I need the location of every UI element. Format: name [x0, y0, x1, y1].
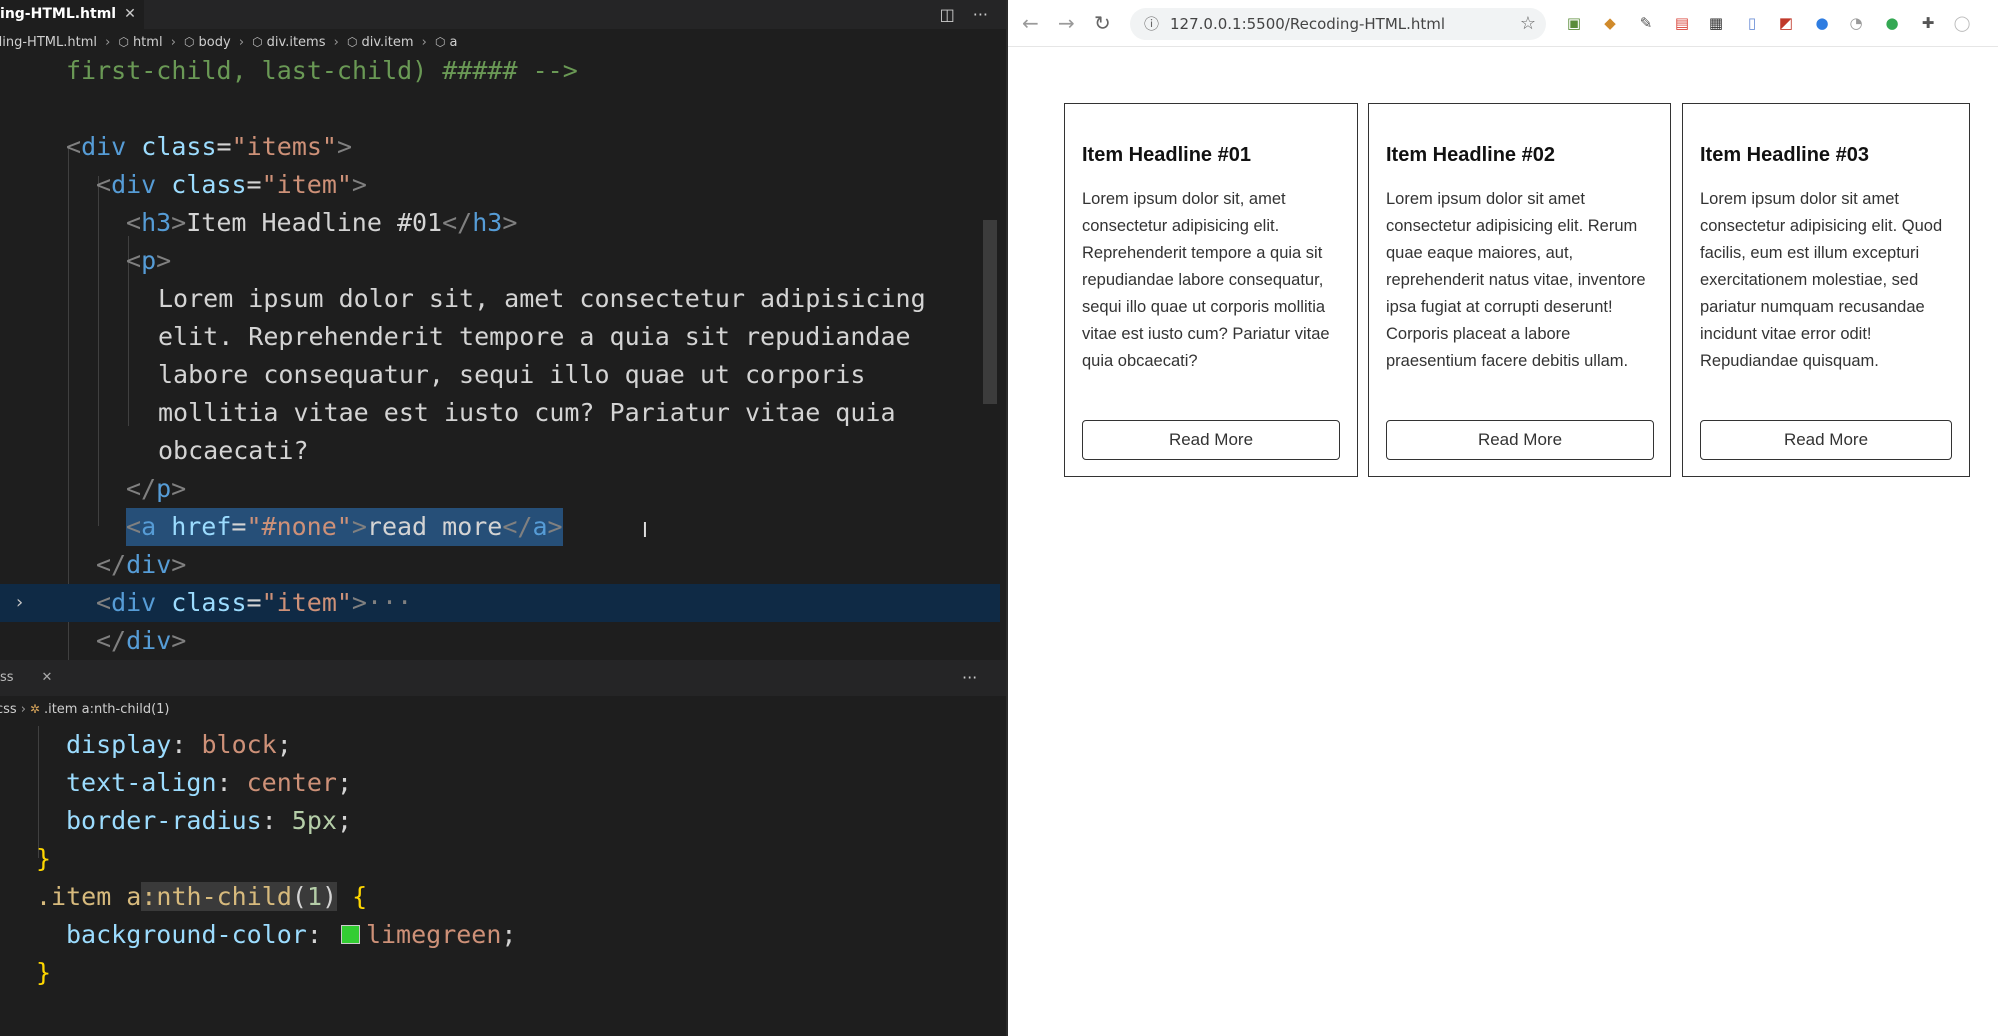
- back-arrow-icon[interactable]: ←: [1022, 0, 1039, 46]
- breadcrumb-div-items[interactable]: div.items: [267, 35, 326, 50]
- code-line: mollitia vitae est iusto cum? Pariatur v…: [158, 398, 896, 427]
- address-bar[interactable]: ⓘ 127.0.0.1:5500/Recoding-HTML.html ☆: [1130, 8, 1546, 40]
- item-headline: Item Headline #03: [1700, 144, 1869, 166]
- item-headline: Item Headline #02: [1386, 144, 1555, 166]
- extension-icon[interactable]: ●: [1812, 13, 1832, 33]
- code-line: 7}: [0, 958, 52, 987]
- code-line: 5.item a:nth-child(1) {: [0, 882, 368, 911]
- code-line: 9</p>: [0, 474, 187, 503]
- chevron-right-icon: ›: [421, 35, 427, 50]
- editor-tab-bar: ding-HTML.html ✕ ◫ ···: [0, 0, 1006, 29]
- breadcrumb-body[interactable]: body: [199, 35, 231, 50]
- code-line: 2text-align: center;: [0, 768, 352, 797]
- code-line-folded: 2›<div class="item">···: [0, 584, 1000, 622]
- read-more-button[interactable]: Read More: [1082, 420, 1340, 460]
- tab-label: ding-HTML.html: [0, 6, 117, 22]
- extension-icon[interactable]: ✎: [1636, 13, 1656, 33]
- code-line: 1</div>: [0, 550, 187, 579]
- reload-icon[interactable]: ↻: [1094, 0, 1111, 46]
- code-line: 8Lorem ipsum dolor sit, amet consectetur…: [0, 284, 926, 313]
- element-icon: ⬡: [118, 35, 129, 49]
- element-icon: ⬡: [346, 35, 358, 49]
- folded-ellipsis: ···: [366, 588, 413, 617]
- code-line: 5<div class="item">: [0, 170, 367, 199]
- code-line: 4<div class="items">: [0, 132, 353, 161]
- code-line: 4}: [0, 844, 52, 873]
- read-more-button[interactable]: Read More: [1700, 420, 1952, 460]
- tab-css-file[interactable]: ss ✕: [0, 660, 52, 696]
- code-line: 7<p>: [0, 246, 172, 275]
- scrollbar-thumb[interactable]: [983, 220, 997, 404]
- extension-icon[interactable]: ▣: [1564, 13, 1584, 33]
- more-actions-icon[interactable]: ···: [973, 5, 988, 24]
- chevron-right-icon: ›: [20, 702, 26, 717]
- code-line: obcaecati?: [158, 436, 309, 465]
- css-breadcrumb: css›✲.item a:nth-child(1): [0, 702, 170, 717]
- chevron-right-icon: ›: [170, 35, 176, 50]
- breadcrumb-a[interactable]: a: [449, 35, 457, 50]
- split-editor-icon[interactable]: ◫: [940, 5, 955, 24]
- element-icon: ⬡: [435, 35, 446, 49]
- item-text: Lorem ipsum dolor sit amet consectetur a…: [1386, 190, 1646, 370]
- extension-icon[interactable]: ●: [1882, 13, 1902, 33]
- read-more-button[interactable]: Read More: [1386, 420, 1654, 460]
- code-line: 1display: block;: [0, 730, 292, 759]
- item-text: Lorem ipsum dolor sit, amet consectetur …: [1082, 190, 1330, 370]
- item-card: Item Headline #03 Lorem ipsum dolor sit …: [1682, 103, 1970, 477]
- text-cursor-icon: I: [642, 518, 648, 542]
- info-icon[interactable]: ⓘ: [1144, 8, 1159, 40]
- extension-icon[interactable]: ▤: [1672, 13, 1692, 33]
- chevron-right-icon: ›: [238, 35, 245, 50]
- extension-icon[interactable]: ◔: [1846, 13, 1866, 33]
- puzzle-icon[interactable]: ✚: [1918, 13, 1938, 33]
- item-headline: Item Headline #01: [1082, 144, 1251, 166]
- breadcrumb-file[interactable]: ding-HTML.html: [0, 35, 97, 50]
- element-icon: ⬡: [184, 35, 195, 49]
- browser-window: ← → ↻ ⓘ 127.0.0.1:5500/Recoding-HTML.htm…: [1006, 0, 1998, 1036]
- extension-icon[interactable]: ▯: [1742, 13, 1762, 33]
- forward-arrow-icon[interactable]: →: [1058, 0, 1075, 46]
- selected-anchor-code: <a href="#none">read more</a>: [126, 508, 563, 546]
- color-swatch[interactable]: [340, 924, 360, 944]
- code-line: labore consequatur, sequi illo quae ut c…: [158, 360, 866, 389]
- code-line: 3border-radius: 5px;: [0, 806, 352, 835]
- fold-chevron-icon[interactable]: ›: [14, 584, 25, 622]
- code-line: elit. Reprehenderit tempore a quia sit r…: [158, 322, 911, 351]
- selector-icon: ✲: [29, 702, 40, 716]
- code-line: 6<h3>Item Headline #01</h3>: [0, 208, 518, 237]
- code-line: 6background-color: limegreen;: [0, 920, 517, 949]
- extension-icon[interactable]: ◩: [1776, 13, 1796, 33]
- code-line: 3first-child, last-child) ##### -->: [0, 56, 578, 85]
- chevron-right-icon: ›: [333, 35, 339, 50]
- css-code-pane[interactable]: 1display: block; 2text-align: center; 3b…: [0, 726, 1000, 1036]
- css-tab-bar: ss ✕ ···: [0, 660, 1006, 696]
- url-text[interactable]: 127.0.0.1:5500/Recoding-HTML.html: [1170, 8, 1445, 40]
- bookmark-star-icon[interactable]: ☆: [1520, 8, 1536, 40]
- close-icon[interactable]: ✕: [42, 670, 53, 685]
- extension-icon[interactable]: ◆: [1600, 13, 1620, 33]
- code-editor[interactable]: ding-HTML.html ✕ ◫ ··· ding-HTML.html › ⬡ h…: [0, 0, 1006, 1036]
- more-actions-icon[interactable]: ···: [962, 660, 977, 696]
- item-card: Item Headline #02 Lorem ipsum dolor sit …: [1368, 103, 1671, 477]
- tab-html-file[interactable]: ding-HTML.html ✕: [0, 0, 144, 29]
- html-code-pane[interactable]: 3first-child, last-child) ##### --> 4<di…: [0, 52, 1000, 660]
- item-text: Lorem ipsum dolor sit amet consectetur a…: [1700, 190, 1943, 370]
- chevron-right-icon: ›: [105, 35, 111, 50]
- profile-icon[interactable]: ◯: [1952, 13, 1972, 33]
- element-icon: ⬡: [252, 35, 263, 49]
- item-card: Item Headline #01 Lorem ipsum dolor sit,…: [1064, 103, 1358, 477]
- code-line: 3</div>: [0, 626, 187, 655]
- code-line-selected: 0<a href="#none">read more</a>: [0, 508, 1000, 546]
- breadcrumb-html[interactable]: html: [133, 35, 163, 50]
- extension-icon[interactable]: ▦: [1706, 13, 1726, 33]
- breadcrumb-div-item[interactable]: div.item: [361, 35, 413, 50]
- browser-toolbar: ← → ↻ ⓘ 127.0.0.1:5500/Recoding-HTML.htm…: [1008, 0, 1998, 47]
- close-icon[interactable]: ✕: [124, 0, 136, 29]
